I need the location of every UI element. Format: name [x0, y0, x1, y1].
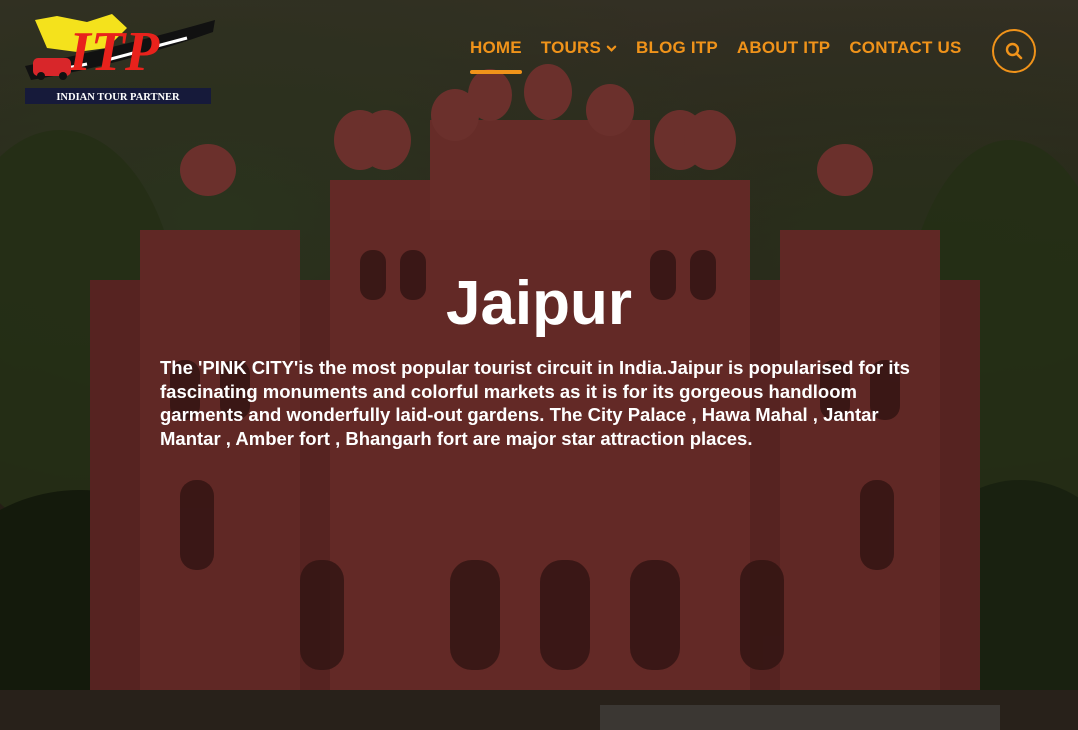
page-title: Jaipur — [445, 269, 633, 338]
hero-section: ITP INDIAN TOUR PARTNER HOME TOURS BLOG … — [0, 0, 1078, 730]
nav-home-label: HOME — [470, 38, 522, 57]
nav-blog-label: BLOG ITP — [636, 38, 718, 57]
nav-contact-label: CONTACT US — [849, 38, 962, 57]
svg-text:ITP: ITP — [68, 21, 160, 83]
svg-text:INDIAN TOUR PARTNER: INDIAN TOUR PARTNER — [56, 92, 180, 103]
nav-tours-label: TOURS — [540, 38, 602, 57]
nav-blog[interactable]: BLOG ITP — [636, 38, 718, 58]
chevron-down-icon — [606, 45, 617, 52]
nav-about[interactable]: ABOUT ITP — [737, 38, 830, 58]
itp-logo[interactable]: ITP INDIAN TOUR PARTNER — [17, 8, 217, 108]
nav-contact[interactable]: CONTACT US — [849, 38, 961, 58]
nav-home[interactable]: HOME — [470, 38, 522, 74]
search-button[interactable] — [992, 29, 1036, 73]
nav-about-label: ABOUT ITP — [736, 38, 831, 57]
main-nav: HOME TOURS BLOG ITP ABOUT ITP CONTACT US — [470, 38, 981, 74]
search-icon — [1005, 42, 1023, 60]
hero-description: The 'PINK CITY'is the most popular touri… — [160, 357, 910, 449]
nav-tours[interactable]: TOURS — [541, 38, 617, 58]
